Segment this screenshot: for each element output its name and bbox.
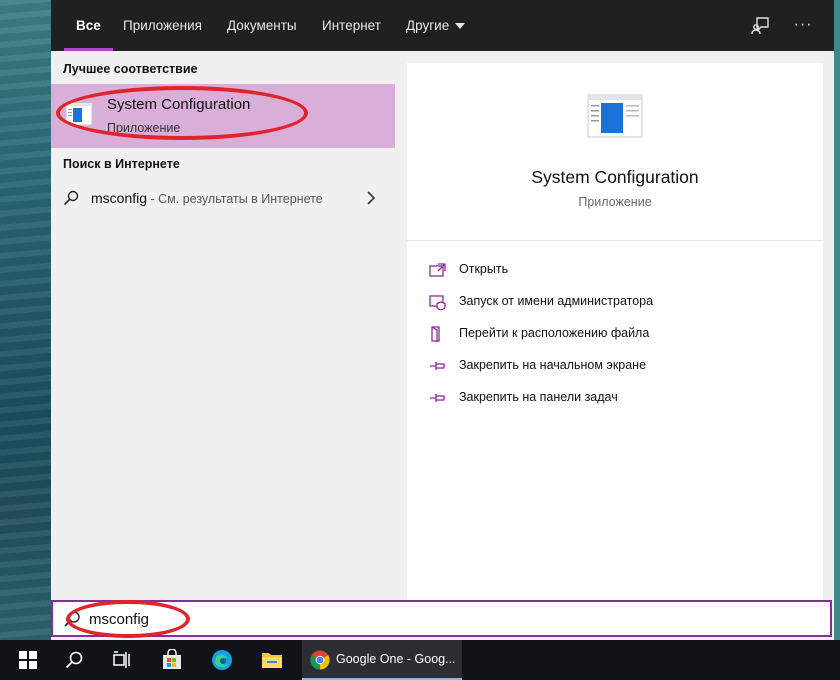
action-open-file-location[interactable]: Перейти к расположению файла	[429, 322, 799, 346]
action-run-as-admin-label: Запуск от имени администратора	[459, 294, 654, 308]
tab-apps[interactable]: Приложения	[123, 0, 202, 51]
run-as-admin-icon	[429, 295, 446, 310]
search-icon	[64, 611, 80, 627]
search-icon	[63, 190, 79, 206]
search-panel: Все Приложения Документы Интернет Другие…	[51, 0, 834, 640]
feedback-icon[interactable]	[749, 13, 773, 37]
action-open-file-location-label: Перейти к расположению файла	[459, 326, 650, 340]
system-configuration-large-icon	[587, 94, 643, 138]
search-input[interactable]	[89, 606, 689, 632]
tab-other-label: Другие	[406, 18, 450, 33]
preview-title: System Configuration	[531, 167, 699, 187]
best-match-kind: Приложение	[107, 121, 181, 135]
best-match-heading: Лучшее соответствие	[63, 62, 198, 76]
action-pin-taskbar-label: Закрепить на панели задач	[459, 390, 618, 404]
best-match-name: System Configuration	[107, 96, 251, 113]
task-view-icon[interactable]	[98, 640, 146, 680]
store-icon[interactable]	[148, 640, 196, 680]
web-search-result[interactable]: msconfig - См. результаты в Интернете	[51, 182, 395, 214]
google-one-taskbar-button[interactable]: Google One - Goog...	[302, 640, 462, 680]
tab-documents[interactable]: Документы	[227, 0, 297, 51]
action-open[interactable]: Открыть	[429, 258, 799, 282]
search-box[interactable]	[51, 600, 832, 637]
divider	[407, 240, 823, 241]
tab-internet[interactable]: Интернет	[322, 0, 381, 51]
tab-other[interactable]: Другие	[406, 0, 466, 51]
web-search-query: msconfig	[91, 190, 148, 206]
file-location-icon	[431, 326, 440, 342]
tab-all[interactable]: Все	[64, 0, 113, 51]
action-pin-start[interactable]: Закрепить на начальном экране	[429, 354, 799, 378]
chevron-right-icon[interactable]	[365, 191, 377, 205]
preview-kind: Приложение	[578, 195, 652, 209]
action-pin-start-label: Закрепить на начальном экране	[459, 358, 647, 372]
edge-icon[interactable]	[198, 640, 246, 680]
pin-taskbar-icon	[430, 394, 445, 402]
search-tab-bar: Все Приложения Документы Интернет Другие…	[51, 0, 834, 51]
preview-pane: System Configuration Приложение Открыть …	[407, 63, 823, 600]
action-run-as-admin[interactable]: Запуск от имени администратора	[429, 290, 799, 314]
file-explorer-icon[interactable]	[248, 640, 296, 680]
chrome-icon	[310, 650, 330, 670]
more-options-icon[interactable]: ···	[791, 13, 815, 37]
system-configuration-app-icon	[65, 102, 93, 126]
taskbar: Google One - Goog...	[0, 640, 840, 680]
chevron-down-icon	[455, 23, 466, 30]
web-search-heading: Поиск в Интернете	[63, 157, 180, 171]
search-icon[interactable]	[50, 640, 98, 680]
start-icon[interactable]	[4, 640, 52, 680]
action-pin-taskbar[interactable]: Закрепить на панели задач	[429, 386, 799, 410]
best-match-result[interactable]: System Configuration Приложение	[51, 84, 395, 148]
web-search-suffix: - См. результаты в Интернете	[147, 192, 323, 206]
action-open-label: Открыть	[459, 262, 509, 276]
results-list: Лучшее соответствие System Configuration…	[51, 51, 395, 600]
google-one-taskbar-label: Google One - Goog...	[336, 652, 456, 666]
pin-start-icon	[430, 362, 445, 370]
open-icon	[429, 263, 446, 277]
